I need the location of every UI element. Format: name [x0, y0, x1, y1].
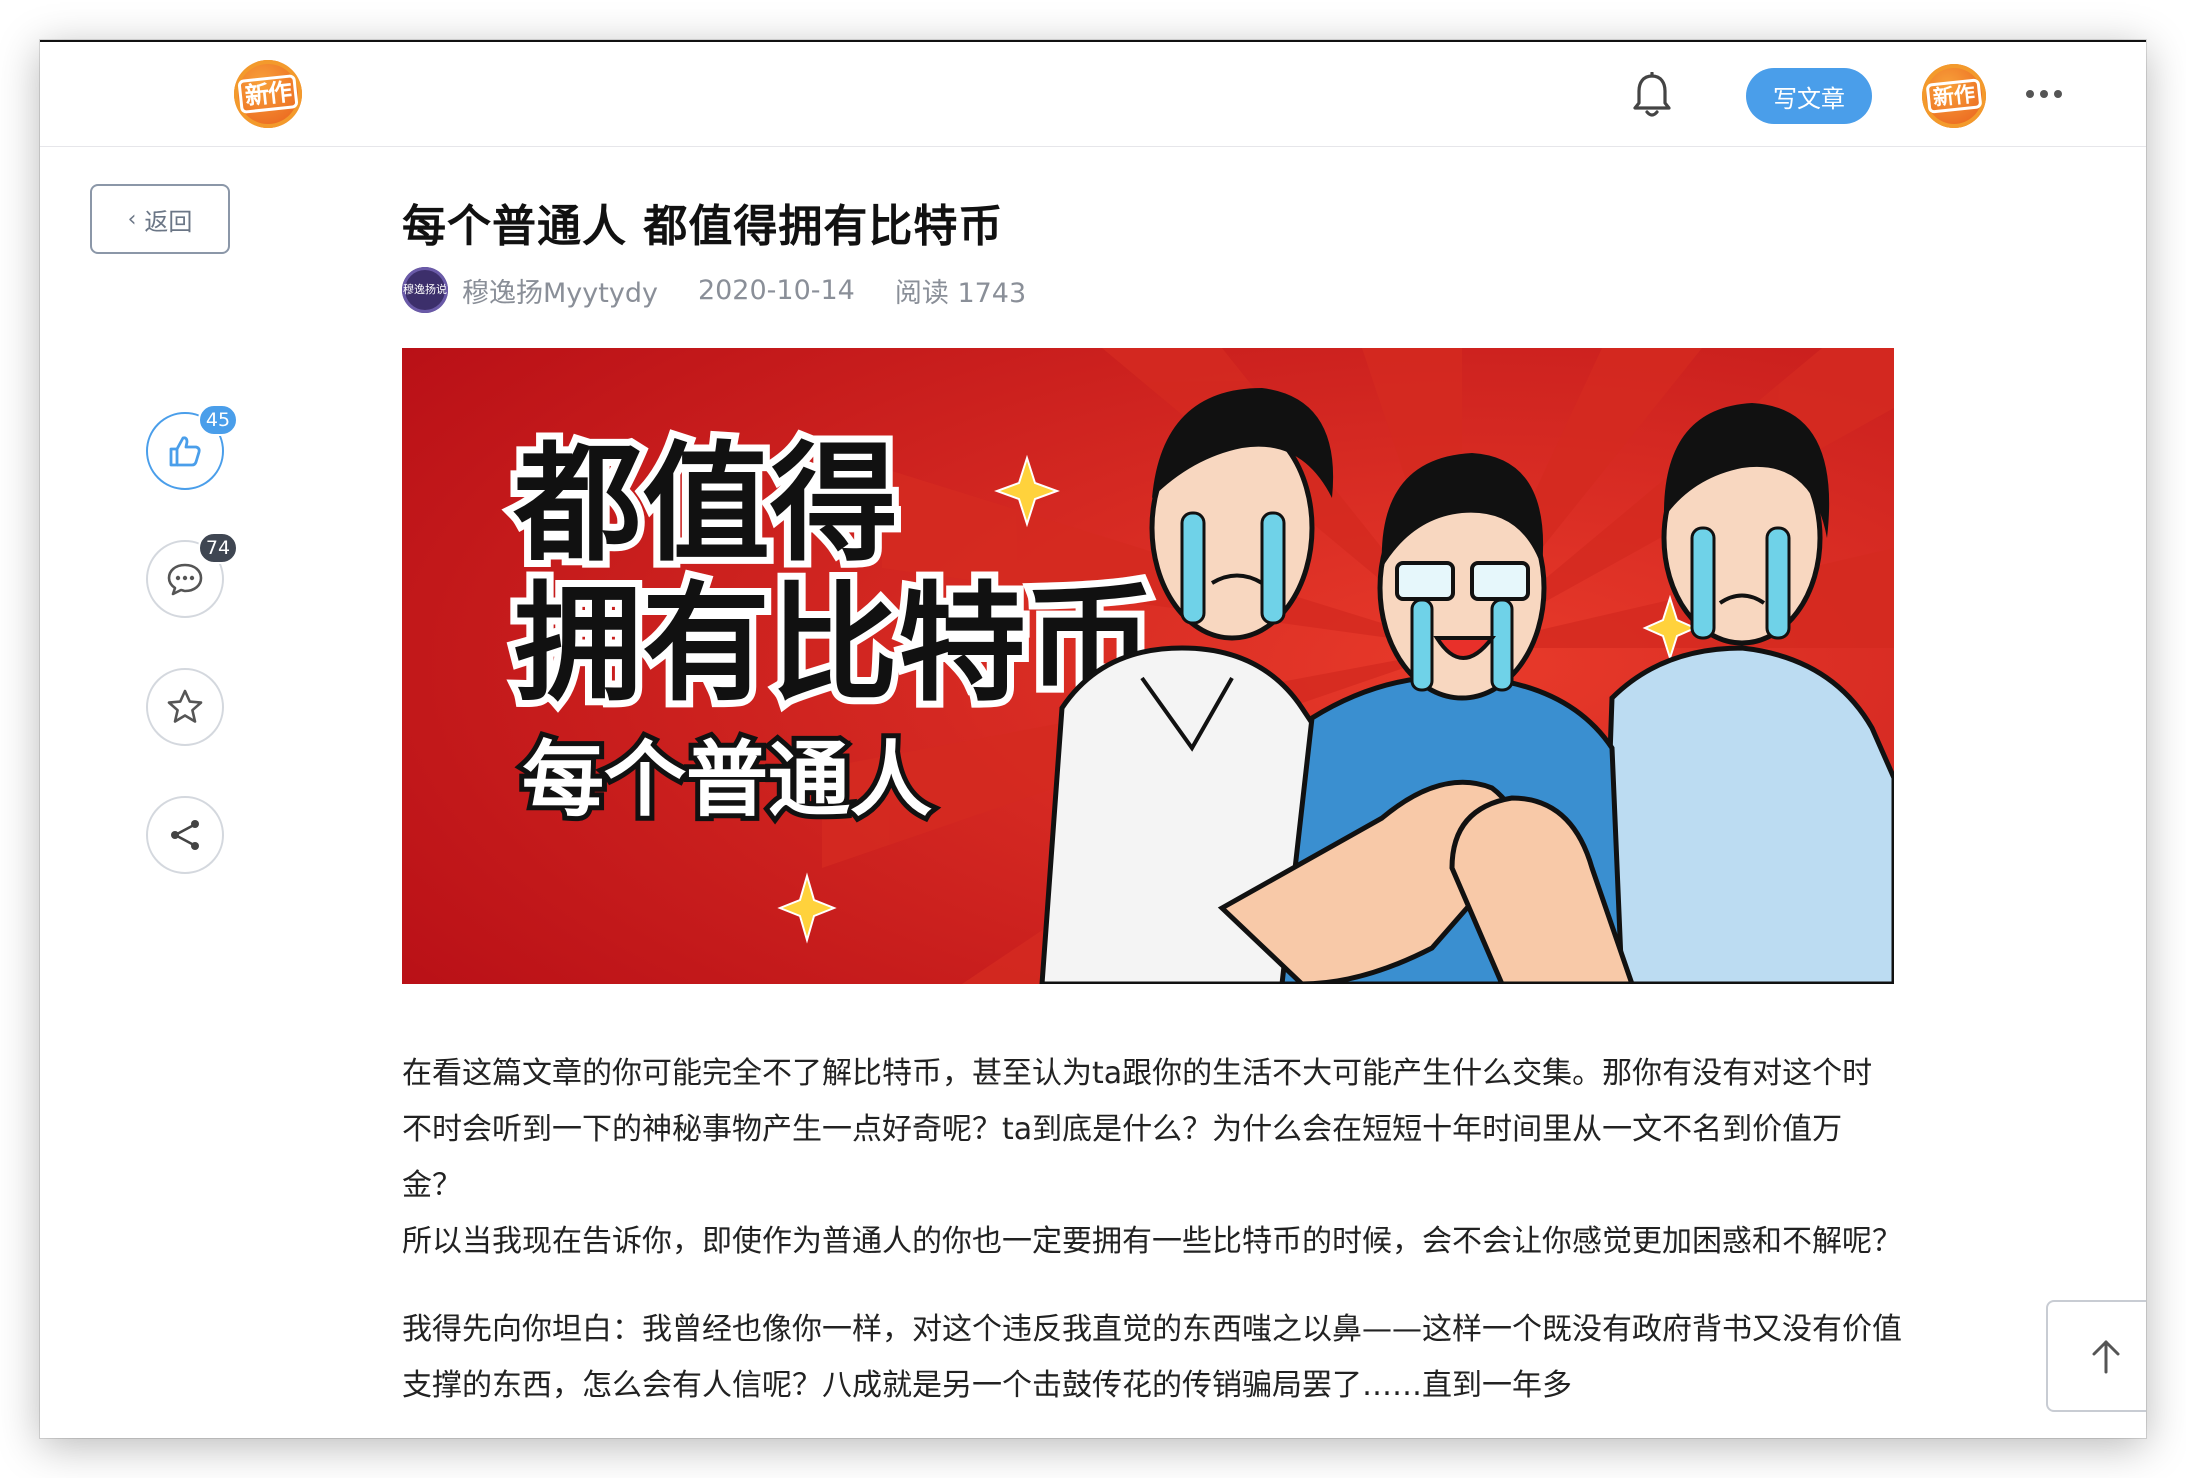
- share-icon: [171, 820, 199, 850]
- author[interactable]: 穆逸扬说 穆逸扬Myytydy: [402, 267, 658, 313]
- user-avatar-text: 新作: [1925, 78, 1983, 114]
- back-to-top-button[interactable]: [2046, 1300, 2146, 1412]
- app-window: 新作 写文章 新作 ‹ 返回 45 74 每个普通人 都值得拥有比特币 穆逸扬说…: [40, 40, 2146, 1438]
- write-article-button[interactable]: 写文章: [1746, 68, 1872, 124]
- favorite-button[interactable]: [146, 668, 224, 746]
- like-count-badge: 45: [198, 404, 238, 436]
- author-avatar: 穆逸扬说: [402, 267, 448, 313]
- star-icon: [167, 689, 203, 723]
- banner-line2: 拥有比特币: [514, 570, 1154, 719]
- article-meta: 穆逸扬说 穆逸扬Myytydy 2020-10-14 阅读 1743: [402, 266, 1026, 314]
- banner-line1: 都值得: [513, 430, 898, 579]
- comment-count-badge: 74: [198, 532, 238, 564]
- chevron-left-icon: ‹: [127, 206, 137, 232]
- back-label: 返回: [144, 207, 193, 236]
- arrow-up-icon: [2092, 1340, 2120, 1374]
- more-icon[interactable]: [2026, 82, 2070, 106]
- bell-icon[interactable]: [1630, 72, 1674, 120]
- comment-button[interactable]: 74: [146, 532, 238, 618]
- article-title: 每个普通人 都值得拥有比特币: [402, 201, 1004, 252]
- banner-line3: 每个普通人: [522, 733, 932, 828]
- site-logo[interactable]: 新作: [234, 60, 302, 128]
- article-paragraph: 在看这篇文章的你可能完全不了解比特币，甚至认为ta跟你的生活不大可能产生什么交集…: [402, 1056, 1873, 1203]
- user-avatar[interactable]: 新作: [1922, 64, 1986, 128]
- article-body: 在看这篇文章的你可能完全不了解比特币，甚至认为ta跟你的生活不大可能产生什么交集…: [402, 1046, 1902, 1438]
- share-button[interactable]: [146, 796, 224, 874]
- like-button[interactable]: 45: [146, 404, 238, 490]
- thumbs-up-icon: [169, 436, 201, 467]
- read-count: 阅读 1743: [894, 277, 1027, 309]
- author-name: 穆逸扬Myytydy: [462, 277, 658, 309]
- article-paragraph: 我得先向你坦白：我曾经也像你一样，对这个违反我直觉的东西嗤之以鼻——这样一个既没…: [402, 1312, 1902, 1403]
- comment-icon: [167, 563, 203, 596]
- article-banner-image: 都值得 拥有比特币 每个普通人: [402, 348, 1894, 984]
- logo-text: 新作: [237, 74, 299, 114]
- top-bar: 新作 写文章 新作: [40, 42, 2146, 147]
- publish-date: 2020-10-14: [697, 274, 855, 306]
- article-paragraph: 所以当我现在告诉你，即使作为普通人的你也一定要拥有一些比特币的时候，会不会让你感…: [402, 1224, 1902, 1259]
- back-button[interactable]: ‹ 返回: [90, 184, 230, 254]
